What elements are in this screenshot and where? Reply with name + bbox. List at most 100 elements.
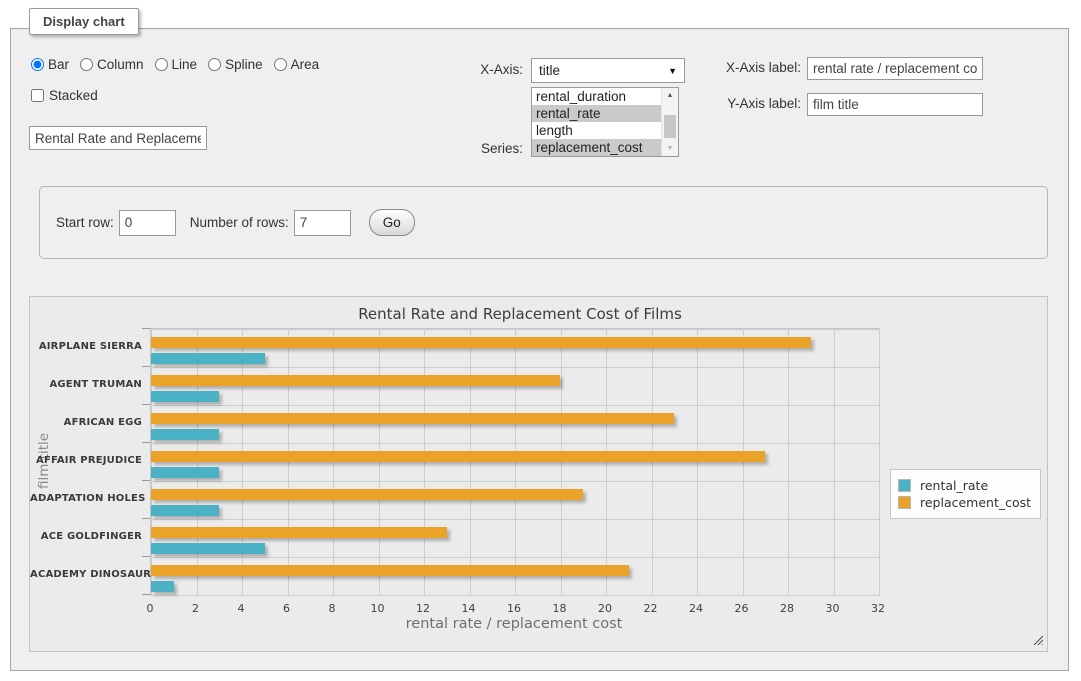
radio-label: Bar [48, 57, 69, 72]
legend-swatch [898, 496, 911, 509]
bar-rental_rate [151, 353, 265, 364]
bar-replacement_cost [151, 337, 811, 348]
gridline-horizontal [151, 329, 879, 330]
chart-title: Rental Rate and Replacement Cost of Film… [30, 305, 1010, 323]
series-options: rental_durationrental_ratelengthreplacem… [532, 88, 661, 156]
scrollbar-thumb[interactable] [664, 115, 676, 138]
x-axis-selected-value: title [539, 63, 668, 78]
bar-rental_rate [151, 429, 219, 440]
category-label: ADAPTATION HOLES [30, 493, 142, 504]
x-axis-label-label: X-Axis label: [661, 60, 801, 75]
x-tick-label: 28 [767, 602, 807, 615]
stacked-checkbox-row[interactable]: Stacked [31, 88, 98, 103]
bar-rental_rate [151, 391, 219, 402]
x-tick-label: 8 [312, 602, 352, 615]
chart-legend: rental_rate replacement_cost [890, 469, 1041, 519]
gridline-vertical [288, 329, 289, 595]
stacked-checkbox[interactable] [31, 89, 44, 102]
radio-spline[interactable] [208, 58, 221, 71]
gridline-vertical [743, 329, 744, 595]
go-button[interactable]: Go [369, 209, 415, 236]
y-axis-label-input[interactable] [807, 93, 983, 116]
radio-line[interactable] [155, 58, 168, 71]
gridline-vertical [834, 329, 835, 595]
x-axis-label-input[interactable] [807, 57, 983, 80]
gridline-vertical [151, 329, 152, 595]
category-label: AIRPLANE SIERRA [30, 341, 142, 352]
x-tick-label: 16 [494, 602, 534, 615]
x-tick-label: 10 [358, 602, 398, 615]
series-option-rental_duration[interactable]: rental_duration [532, 88, 661, 105]
radio-label: Column [97, 57, 144, 72]
y-axis-tick [142, 594, 150, 595]
legend-entry-replacement_cost: replacement_cost [898, 495, 1031, 510]
bar-replacement_cost [151, 451, 765, 462]
series-listbox[interactable]: rental_durationrental_ratelengthreplacem… [531, 87, 679, 157]
gridline-horizontal [151, 367, 879, 368]
x-tick-label: 20 [585, 602, 625, 615]
chart-type-option-spline[interactable]: Spline [208, 57, 263, 72]
y-axis-tick [142, 442, 150, 443]
number-of-rows-input[interactable] [294, 210, 351, 236]
chart-type-option-column[interactable]: Column [80, 57, 144, 72]
chart: Rental Rate and Replacement Cost of Film… [29, 296, 1048, 652]
start-row-input[interactable] [119, 210, 176, 236]
chart-title-input[interactable] [29, 126, 207, 150]
chart-plot [150, 328, 880, 596]
x-tick-label: 4 [221, 602, 261, 615]
gridline-vertical [697, 329, 698, 595]
category-label: ACE GOLDFINGER [30, 531, 142, 542]
chart-type-option-bar[interactable]: Bar [31, 57, 69, 72]
x-tick-label: 12 [403, 602, 443, 615]
series-select-label: Series: [441, 141, 523, 156]
gridline-vertical [652, 329, 653, 595]
x-axis-select-label: X-Axis: [441, 62, 523, 77]
chart-type-option-line[interactable]: Line [155, 57, 198, 72]
scroll-down-icon[interactable]: ▼ [662, 141, 678, 156]
gridline-vertical [424, 329, 425, 595]
legend-label: rental_rate [911, 478, 988, 493]
bar-rental_rate [151, 543, 265, 554]
y-axis-label-label: Y-Axis label: [661, 96, 801, 111]
radio-column[interactable] [80, 58, 93, 71]
gridline-horizontal [151, 557, 879, 558]
gridline-vertical [561, 329, 562, 595]
category-label: AGENT TRUMAN [30, 379, 142, 390]
bar-replacement_cost [151, 413, 674, 424]
row-range-box: Start row: Number of rows: Go [39, 186, 1048, 259]
radio-label: Area [291, 57, 320, 72]
gridline-vertical [606, 329, 607, 595]
bar-rental_rate [151, 467, 219, 478]
bar-replacement_cost [151, 375, 560, 386]
gridline-vertical [379, 329, 380, 595]
gridline-horizontal [151, 595, 879, 596]
gridline-horizontal [151, 481, 879, 482]
gridline-horizontal [151, 519, 879, 520]
gridline-vertical [879, 329, 880, 595]
x-tick-label: 6 [267, 602, 307, 615]
start-row-label: Start row: [56, 215, 114, 230]
resize-handle-icon[interactable] [1033, 635, 1043, 645]
radio-area[interactable] [274, 58, 287, 71]
chart-type-radios: Bar Column Line Spline Area [31, 57, 319, 72]
y-axis-tick [142, 366, 150, 367]
x-tick-label: 0 [130, 602, 170, 615]
radio-label: Line [172, 57, 198, 72]
number-of-rows-label: Number of rows: [190, 215, 289, 230]
x-tick-label: 26 [722, 602, 762, 615]
x-tick-label: 2 [176, 602, 216, 615]
series-option-rental_rate[interactable]: rental_rate [532, 105, 661, 122]
gridline-vertical [470, 329, 471, 595]
chart-type-option-area[interactable]: Area [274, 57, 320, 72]
x-tick-label: 22 [631, 602, 671, 615]
x-tick-label: 30 [813, 602, 853, 615]
series-option-length[interactable]: length [532, 122, 661, 139]
radio-bar[interactable] [31, 58, 44, 71]
gridline-horizontal [151, 405, 879, 406]
series-option-replacement_cost[interactable]: replacement_cost [532, 139, 661, 156]
gridline-vertical [788, 329, 789, 595]
gridline-vertical [197, 329, 198, 595]
bar-replacement_cost [151, 527, 447, 538]
x-tick-label: 18 [540, 602, 580, 615]
y-axis-tick [142, 328, 150, 329]
